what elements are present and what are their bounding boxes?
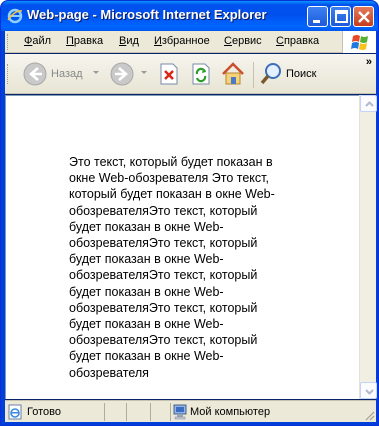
windows-flag-icon: [351, 35, 368, 50]
status-bar: Готово Мой компьютер: [5, 400, 376, 422]
menu-edit[interactable]: Правка: [66, 35, 103, 47]
page-content: Это текст, который будет показан в окне …: [5, 95, 359, 399]
status-divider: [126, 403, 127, 421]
scroll-down-arrow-icon: [365, 389, 374, 395]
back-arrow-icon: [23, 62, 47, 86]
back-button[interactable]: Назад: [23, 62, 85, 86]
window-frame-bottom: [1, 422, 378, 425]
toolbar: Назад Поиск »: [5, 54, 376, 94]
forward-dropdown-icon[interactable]: [141, 71, 147, 75]
browser-window: Web-page - Microsoft Internet Explorer Ф…: [0, 0, 379, 426]
stop-icon: [160, 63, 178, 85]
scroll-down-button[interactable]: [360, 382, 377, 399]
security-zone-text: Мой компьютер: [190, 406, 271, 418]
back-label: Назад: [51, 68, 83, 80]
status-divider: [150, 403, 151, 421]
windows-logo: [342, 31, 376, 53]
window-title: Web-page - Microsoft Internet Explorer: [27, 7, 267, 22]
toolbar-grip[interactable]: [7, 64, 10, 84]
page-status-icon: [8, 404, 22, 420]
menu-view[interactable]: Вид: [119, 35, 139, 47]
vertical-scrollbar[interactable]: [359, 95, 377, 399]
menu-tools[interactable]: Сервис: [224, 35, 262, 47]
forward-button[interactable]: [110, 62, 134, 86]
home-button[interactable]: [220, 61, 246, 87]
maximize-button[interactable]: [330, 6, 351, 27]
status-divider: [104, 403, 105, 421]
scroll-up-arrow-icon: [365, 101, 374, 107]
refresh-button[interactable]: [191, 63, 211, 85]
menu-help[interactable]: Справка: [276, 35, 319, 47]
search-label: Поиск: [286, 68, 317, 80]
status-divider: [170, 403, 171, 421]
page-text: Это текст, который будет показан в окне …: [69, 155, 275, 380]
toolbar-separator: [253, 62, 254, 88]
forward-arrow-icon: [110, 62, 134, 86]
toolbar-more-chevron[interactable]: »: [366, 56, 372, 68]
home-icon: [222, 62, 244, 85]
close-button[interactable]: [353, 6, 374, 27]
search-button[interactable]: Поиск: [259, 61, 319, 87]
minimize-button[interactable]: [307, 6, 328, 27]
title-bar[interactable]: Web-page - Microsoft Internet Explorer: [1, 1, 378, 31]
close-icon: [358, 11, 370, 23]
menu-favorites[interactable]: Избранное: [154, 35, 210, 47]
menu-file[interactable]: Файл: [24, 35, 51, 47]
scroll-up-button[interactable]: [360, 95, 377, 112]
back-dropdown-icon[interactable]: [93, 71, 99, 75]
internet-explorer-icon: [7, 8, 23, 24]
menu-bar: Файл Правка Вид Избранное Сервис Справка: [5, 31, 376, 53]
menu-grip[interactable]: [7, 34, 10, 50]
refresh-icon: [192, 63, 210, 85]
my-computer-icon: [173, 404, 187, 420]
resize-grip-icon[interactable]: [363, 409, 375, 421]
stop-button[interactable]: [159, 63, 179, 85]
minimize-icon: [313, 20, 320, 23]
search-icon: [260, 63, 281, 85]
maximize-icon: [335, 10, 348, 23]
status-text: Готово: [27, 406, 61, 418]
